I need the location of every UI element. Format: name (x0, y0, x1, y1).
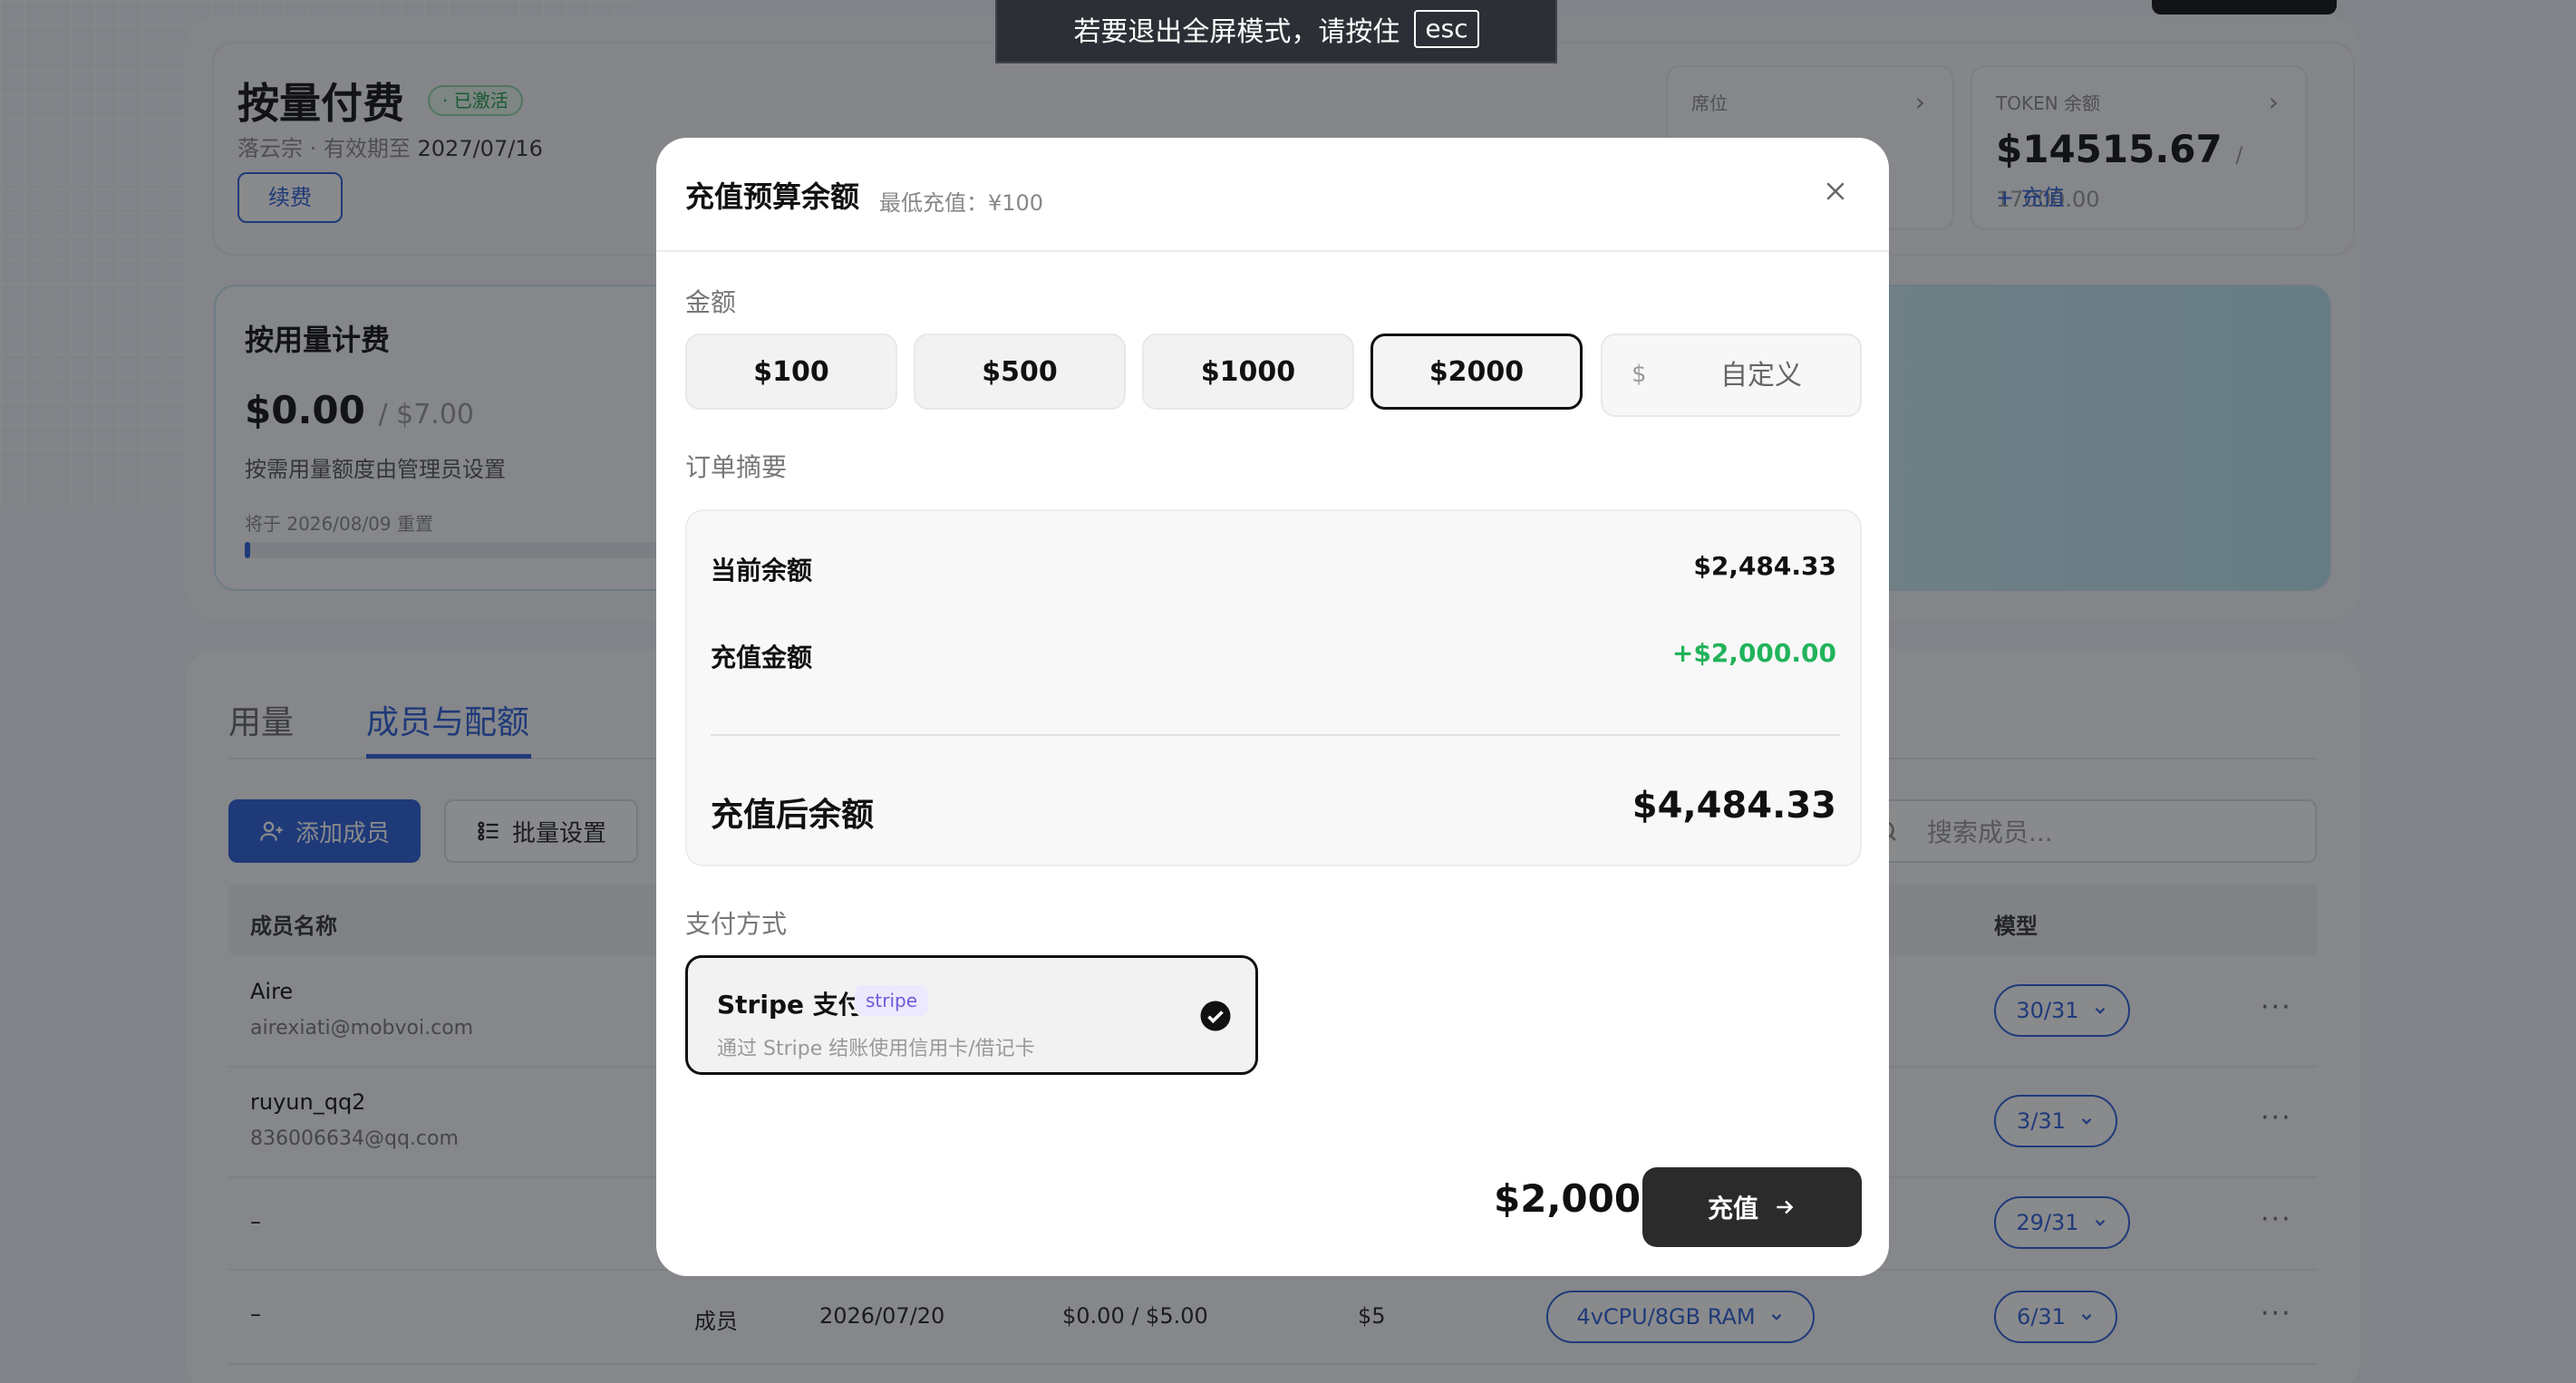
topup-amount-value: +$2,000.00 (1671, 638, 1836, 668)
modal-header-divider (656, 250, 1889, 252)
summary-divider (711, 734, 1840, 736)
current-balance-value: $2,484.33 (1693, 551, 1836, 581)
currency-symbol: $ (1632, 361, 1647, 388)
topup-submit-button[interactable]: 充值 (1642, 1167, 1862, 1247)
current-balance-label: 当前余额 (711, 556, 813, 585)
amount-option-500[interactable]: $500 (914, 334, 1126, 410)
amount-option-2000[interactable]: $2000 (1370, 334, 1583, 410)
check-circle-icon (1200, 1001, 1231, 1031)
stripe-badge: stripe (855, 985, 929, 1016)
payment-method-description: 通过 Stripe 结账使用信用卡/借记卡 (717, 1038, 1035, 1060)
amount-option-100[interactable]: $100 (685, 334, 897, 410)
modal-title: 充值预算余额 (685, 179, 860, 214)
footer-total: $2,000 (1494, 1176, 1641, 1221)
esc-key-hint: esc (1414, 9, 1479, 49)
submit-label: 充值 (1707, 1194, 1758, 1223)
payment-section-label: 支付方式 (685, 909, 788, 939)
topup-modal: 充值预算余额 最低充值：¥100 金额 $100 $500 $1000 $200… (656, 138, 1889, 1276)
min-topup-note: 最低充值：¥100 (879, 190, 1044, 216)
fullscreen-toast-text: 若要退出全屏模式，请按住 (1073, 16, 1400, 48)
after-balance-value: $4,484.33 (1632, 785, 1836, 827)
custom-amount-input[interactable] (1684, 353, 1838, 397)
payment-method-stripe[interactable]: Stripe 支付 stripe 通过 Stripe 结账使用信用卡/借记卡 (685, 955, 1258, 1075)
close-icon[interactable] (1822, 178, 1849, 205)
fullscreen-exit-toast: 若要退出全屏模式，请按住 esc (995, 0, 1557, 63)
payment-method-name: Stripe 支付 (717, 990, 864, 1020)
order-summary: 当前余额 $2,484.33 充值金额 +$2,000.00 充值后余额 $4,… (685, 509, 1862, 866)
amount-section-label: 金额 (685, 287, 737, 317)
custom-amount-field[interactable]: $ (1601, 334, 1862, 417)
after-balance-label: 充值后余额 (711, 797, 875, 834)
amount-option-1000[interactable]: $1000 (1142, 334, 1354, 410)
arrow-right-icon (1777, 1200, 1794, 1214)
topup-amount-label: 充值金额 (711, 643, 813, 672)
summary-section-label: 订单摘要 (685, 452, 788, 482)
